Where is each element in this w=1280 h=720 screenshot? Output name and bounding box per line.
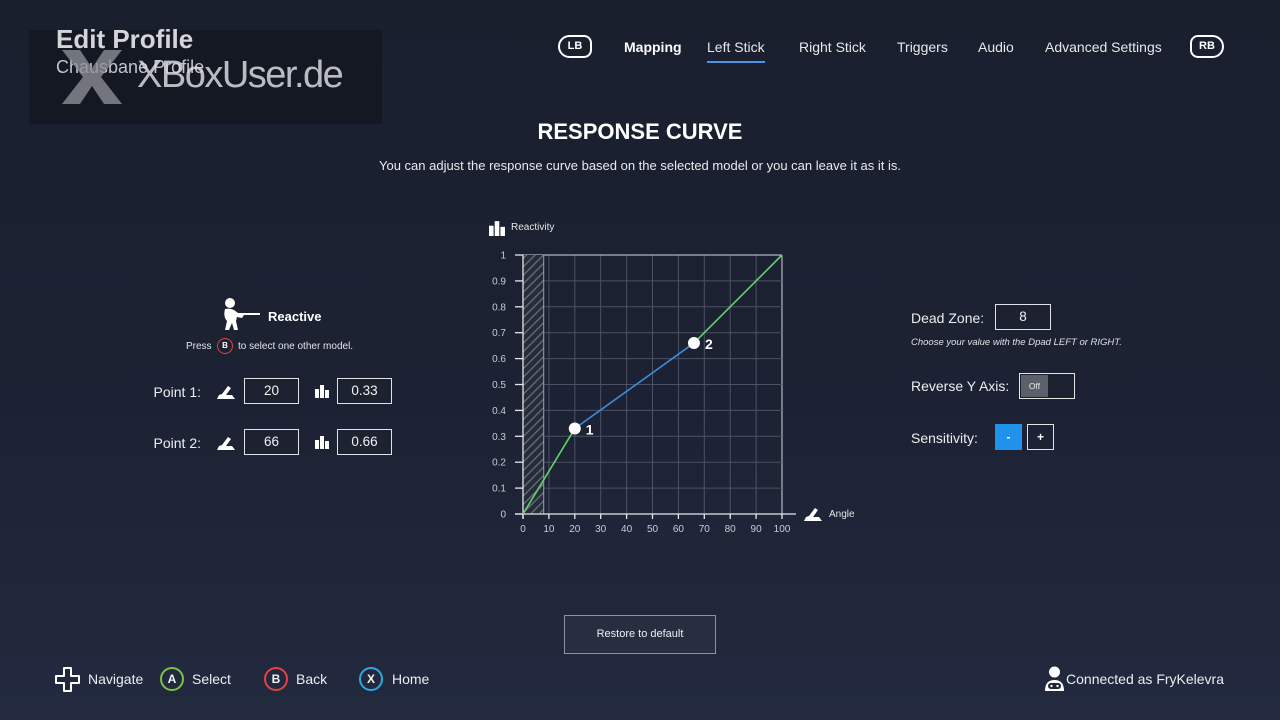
point-2-label: Point 2:: [153, 435, 201, 451]
connected-user-status: Connected as FryKelevra: [1066, 671, 1224, 687]
tab-right-stick[interactable]: Right Stick: [799, 39, 866, 55]
y-tick-label: 0.1: [492, 484, 506, 495]
x-tick-label: 80: [725, 524, 737, 535]
model-hint-suffix: to select one other model.: [238, 341, 354, 352]
x-axis-label: Angle: [829, 509, 855, 520]
x-tick-label: 90: [751, 524, 763, 535]
y-tick-label: 1: [500, 251, 506, 262]
x-tick-label: 50: [647, 524, 659, 535]
section-description: You can adjust the response curve based …: [378, 158, 901, 173]
y-tick-label: 0.2: [492, 458, 506, 469]
angle-axis-icon: [802, 506, 824, 527]
dead-zone-label: Dead Zone:: [911, 310, 985, 326]
reactivity-icon: [315, 384, 329, 403]
lb-bumper-button[interactable]: LB: [558, 35, 592, 58]
y-tick-label: 0.9: [492, 276, 506, 287]
curve-segment: [693, 254, 783, 344]
y-tick-label: 0.5: [492, 380, 506, 391]
shooter-icon: [220, 297, 262, 336]
b-button-icon: B: [217, 338, 233, 354]
point-2-reactivity-field[interactable]: 0.66: [337, 429, 392, 455]
a-button-icon: A: [160, 667, 184, 691]
dpad-icon: [55, 667, 80, 697]
tab-mapping[interactable]: Mapping: [624, 39, 682, 55]
home-hint-label: Home: [392, 671, 430, 687]
x-tick-label: 100: [774, 524, 791, 535]
sensitivity-increase-button[interactable]: +: [1027, 424, 1054, 450]
response-curve-chart: 0 10 20 30 40 50 60 70 80 90 100 0 0.1 0.2 0.3 0.4 0.5 0.…: [492, 251, 796, 535]
dead-zone-area: [523, 255, 544, 514]
y-tick-label: 0.7: [492, 328, 506, 339]
sensitivity-decrease-button[interactable]: -: [995, 424, 1022, 450]
x-tick-label: 0: [520, 524, 526, 535]
angle-icon: [216, 435, 236, 456]
x-tick-label: 40: [621, 524, 633, 535]
back-hint-label: Back: [296, 671, 328, 687]
point-1-label: Point 1:: [153, 384, 201, 400]
point-1-reactivity-field[interactable]: 0.33: [337, 378, 392, 404]
select-hint-label: Select: [192, 671, 231, 687]
y-tick-label: 0.3: [492, 432, 506, 443]
navigate-hint-label: Navigate: [88, 671, 144, 687]
model-hint-prefix: Press: [186, 341, 212, 352]
x-tick-label: 70: [699, 524, 711, 535]
control-point-2: [687, 337, 700, 350]
point-2-angle-field[interactable]: 66: [244, 429, 299, 455]
dead-zone-field[interactable]: 8: [995, 304, 1051, 330]
dead-zone-hint: Choose your value with the Dpad LEFT or …: [911, 337, 1122, 348]
y-tick-label: 0.6: [492, 354, 506, 365]
restore-default-button[interactable]: Restore to default: [564, 615, 716, 654]
x-tick-label: 60: [673, 524, 685, 535]
user-icon: [1042, 666, 1067, 697]
b-button-icon: B: [264, 667, 288, 691]
watermark-text: XBoxUser.de: [137, 54, 344, 96]
reverse-y-toggle[interactable]: Off: [1019, 373, 1075, 399]
tab-advanced-settings[interactable]: Advanced Settings: [1045, 39, 1162, 55]
curve-segment: [574, 342, 695, 430]
x-tick-label: 30: [595, 524, 607, 535]
y-tick-label: 0: [500, 510, 506, 521]
tab-left-stick[interactable]: Left Stick: [707, 39, 765, 63]
control-point-label: 1: [586, 422, 594, 438]
control-point-1: [568, 422, 581, 435]
y-tick-label: 0.8: [492, 302, 506, 313]
y-tick-label: 0.4: [492, 406, 506, 417]
toggle-state-label: Off: [1021, 375, 1048, 397]
x-button-icon: X: [359, 667, 383, 691]
watermark-x-logo-icon: [58, 46, 126, 108]
sensitivity-label: Sensitivity:: [911, 430, 978, 446]
control-point-label: 2: [705, 336, 713, 352]
reactivity-icon: [315, 435, 329, 454]
angle-icon: [216, 384, 236, 405]
x-tick-label: 20: [569, 524, 581, 535]
tab-triggers[interactable]: Triggers: [897, 39, 948, 55]
x-tick-label: 10: [543, 524, 555, 535]
reverse-y-label: Reverse Y Axis:: [911, 378, 1010, 394]
rb-bumper-button[interactable]: RB: [1190, 35, 1224, 58]
tab-audio[interactable]: Audio: [978, 39, 1014, 55]
model-name: Reactive: [268, 309, 322, 324]
point-1-angle-field[interactable]: 20: [244, 378, 299, 404]
section-title: RESPONSE CURVE: [537, 119, 743, 144]
